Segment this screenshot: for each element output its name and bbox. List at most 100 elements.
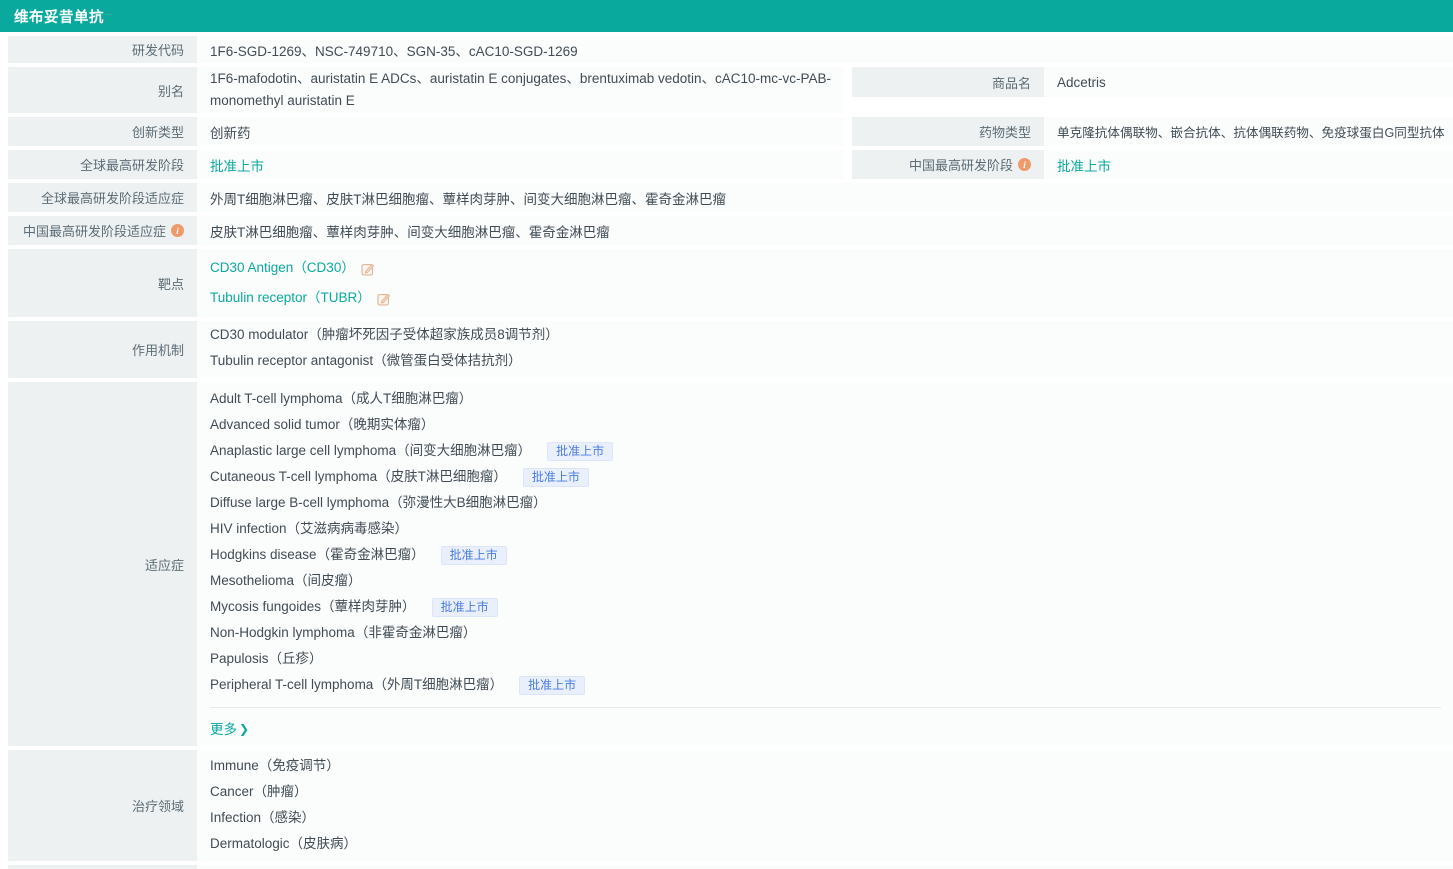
indications-label-cell: 适应症 bbox=[8, 382, 197, 746]
field-label: 别名 bbox=[157, 83, 184, 99]
drug-name-title: 维布妥昔单抗 bbox=[14, 9, 104, 26]
global-stage-ind-label-cell: 全球最高研发阶段适应症 bbox=[8, 183, 197, 212]
row-dev-code: 研发代码 1F6-SGD-1269、NSC-749710、SGN-35、cAC1… bbox=[8, 36, 1453, 63]
moa-item: Tubulin receptor antagonist（微管蛋白受体拮抗剂） bbox=[210, 353, 522, 368]
approval-badge: 批准上市 bbox=[431, 597, 498, 617]
field-label: 药物类型 bbox=[978, 125, 1031, 140]
brand-value: Adcetris bbox=[1044, 67, 1453, 97]
partial-value: Antibody drug conjugate（抗体偶联药物） bbox=[197, 865, 1453, 869]
indication-text: Adult T-cell lymphoma（成人T细胞淋巴瘤） bbox=[210, 391, 473, 406]
moa-item: CD30 modulator（肿瘤坏死因子受体超家族成员8调节剂） bbox=[210, 327, 559, 342]
indication-item: Papulosis（丘疹） bbox=[210, 646, 1453, 672]
row-indications: 适应症 Adult T-cell lymphoma（成人T细胞淋巴瘤） Adva… bbox=[8, 382, 1453, 746]
field-label: 全球最高研发阶段 bbox=[79, 158, 184, 173]
drugtype-group: 药物类型 单克隆抗体偶联物、嵌合抗体、抗体偶联药物、免疫球蛋白G同型抗体 bbox=[852, 117, 1453, 146]
innovation-value: 创新药 bbox=[197, 117, 844, 146]
indication-item: Mesothelioma（间皮瘤） bbox=[210, 568, 1453, 594]
global-stage-label-cell: 全球最高研发阶段 bbox=[8, 150, 197, 179]
row-alias-brand: 别名 1F6-mafodotin、auristatin E ADCs、auris… bbox=[8, 67, 1453, 113]
indication-item: Adult T-cell lymphoma（成人T细胞淋巴瘤） bbox=[210, 386, 1453, 412]
china-stage-group: 中国最高研发阶段 i 批准上市 bbox=[852, 150, 1453, 179]
dev-code-label-cell: 研发代码 bbox=[8, 36, 197, 63]
indication-text: Papulosis（丘疹） bbox=[210, 651, 323, 666]
alias-value-cell: 1F6-mafodotin、auristatin E ADCs、auristat… bbox=[197, 67, 844, 113]
edit-icon[interactable] bbox=[361, 262, 375, 276]
indication-item: Cutaneous T-cell lymphoma（皮肤T淋巴细胞瘤） 批准上市 bbox=[210, 464, 1453, 490]
indications-value-cell: Adult T-cell lymphoma（成人T细胞淋巴瘤） Advanced… bbox=[197, 382, 1453, 746]
more-row: 更多 ❯ bbox=[210, 707, 1441, 742]
row-global-stage-indications: 全球最高研发阶段适应症 外周T细胞淋巴瘤、皮肤T淋巴细胞瘤、蕈样肉芽肿、间变大细… bbox=[8, 183, 1453, 212]
china-stage-label-cell: 中国最高研发阶段 i bbox=[852, 150, 1044, 179]
indication-item: Anaplastic large cell lymphoma（间变大细胞淋巴瘤）… bbox=[210, 438, 1453, 464]
brand-group: 商品名 Adcetris bbox=[852, 67, 1453, 97]
moa-label-cell: 作用机制 bbox=[8, 321, 197, 378]
approval-badge: 批准上市 bbox=[519, 675, 586, 695]
global-stage-ind-value: 外周T细胞淋巴瘤、皮肤T淋巴细胞瘤、蕈样肉芽肿、间变大细胞淋巴瘤、霍奇金淋巴瘤 bbox=[197, 183, 1453, 212]
target-link[interactable]: CD30 Antigen（CD30） bbox=[210, 253, 355, 283]
global-stage-link[interactable]: 批准上市 bbox=[210, 155, 264, 175]
info-icon[interactable]: i bbox=[1018, 158, 1031, 171]
indication-text: Advanced solid tumor（晚期实体瘤） bbox=[210, 417, 435, 432]
brand-label-cell: 商品名 bbox=[852, 67, 1044, 97]
field-label: 中国最高研发阶段 bbox=[908, 158, 1013, 173]
therapy-item: Cancer（肿瘤） bbox=[210, 784, 308, 799]
field-label: 中国最高研发阶段适应症 bbox=[22, 224, 166, 239]
indication-item: Hodgkins disease（霍奇金淋巴瘤） 批准上市 bbox=[210, 542, 1453, 568]
target-item: CD30 Antigen（CD30） bbox=[210, 253, 1453, 283]
approval-badge: 批准上市 bbox=[547, 441, 614, 461]
field-label: 创新类型 bbox=[131, 125, 184, 140]
field-label: 靶点 bbox=[157, 276, 184, 292]
dev-code-value: 1F6-SGD-1269、NSC-749710、SGN-35、cAC10-SGD… bbox=[197, 36, 1453, 63]
row-partial: Antibody drug conjugate（抗体偶联药物） bbox=[8, 865, 1453, 869]
indication-text: Mesothelioma（间皮瘤） bbox=[210, 573, 362, 588]
target-link[interactable]: Tubulin receptor（TUBR） bbox=[210, 283, 371, 313]
therapy-list: Immune（免疫调节） Cancer（肿瘤） Infection（感染） De… bbox=[197, 750, 1453, 861]
approval-badge: 批准上市 bbox=[522, 467, 589, 487]
row-stages: 全球最高研发阶段 批准上市 中国最高研发阶段 i 批准上市 bbox=[8, 150, 1453, 179]
china-stage-value-cell: 批准上市 bbox=[1044, 150, 1453, 179]
row-targets: 靶点 CD30 Antigen（CD30） Tubulin receptor（T… bbox=[8, 249, 1453, 317]
indication-item: Diffuse large B-cell lymphoma（弥漫性大B细胞淋巴瘤… bbox=[210, 490, 1453, 516]
indication-item: Non-Hodgkin lymphoma（非霍奇金淋巴瘤） bbox=[210, 620, 1453, 646]
indication-item: HIV infection（艾滋病病毒感染） bbox=[210, 516, 1453, 542]
indication-text: Hodgkins disease（霍奇金淋巴瘤） bbox=[210, 547, 425, 562]
alias-value: 1F6-mafodotin、auristatin E ADCs、auristat… bbox=[210, 71, 831, 108]
row-innovation-drugtype: 创新类型 创新药 药物类型 单克隆抗体偶联物、嵌合抗体、抗体偶联药物、免疫球蛋白… bbox=[8, 117, 1453, 146]
row-moa: 作用机制 CD30 modulator（肿瘤坏死因子受体超家族成员8调节剂） T… bbox=[8, 321, 1453, 378]
indication-text: Mycosis fungoides（蕈样肉芽肿） bbox=[210, 599, 416, 614]
field-label: 全球最高研发阶段适应症 bbox=[40, 191, 184, 206]
indication-item: Mycosis fungoides（蕈样肉芽肿） 批准上市 bbox=[210, 594, 1453, 620]
target-item: Tubulin receptor（TUBR） bbox=[210, 283, 1453, 313]
more-link[interactable]: 更多 bbox=[210, 718, 237, 738]
row-therapy-areas: 治疗领域 Immune（免疫调节） Cancer（肿瘤） Infection（感… bbox=[8, 750, 1453, 861]
indication-text: Non-Hodgkin lymphoma（非霍奇金淋巴瘤） bbox=[210, 625, 477, 640]
targets-label-cell: 靶点 bbox=[8, 249, 197, 317]
innovation-label-cell: 创新类型 bbox=[8, 117, 197, 146]
info-icon[interactable]: i bbox=[171, 224, 184, 237]
edit-icon[interactable] bbox=[377, 292, 391, 306]
therapy-item: Dermatologic（皮肤病） bbox=[210, 836, 358, 851]
indications-list: Adult T-cell lymphoma（成人T细胞淋巴瘤） Advanced… bbox=[210, 386, 1453, 698]
field-label: 治疗领域 bbox=[131, 799, 184, 814]
indication-text: Diffuse large B-cell lymphoma（弥漫性大B细胞淋巴瘤… bbox=[210, 495, 547, 510]
china-stage-link[interactable]: 批准上市 bbox=[1057, 155, 1111, 175]
therapy-item: Immune（免疫调节） bbox=[210, 758, 340, 773]
drug-profile-table: 研发代码 1F6-SGD-1269、NSC-749710、SGN-35、cAC1… bbox=[0, 32, 1453, 869]
indication-item: Advanced solid tumor（晚期实体瘤） bbox=[210, 412, 1453, 438]
chevron-right-icon[interactable]: ❯ bbox=[239, 722, 249, 736]
indication-text: HIV infection（艾滋病病毒感染） bbox=[210, 521, 409, 536]
page-title-bar: 维布妥昔单抗 bbox=[0, 0, 1453, 32]
indication-text: Anaplastic large cell lymphoma（间变大细胞淋巴瘤） bbox=[210, 443, 532, 458]
global-stage-value-cell: 批准上市 bbox=[197, 150, 844, 179]
alias-label-cell: 别名 bbox=[8, 67, 197, 113]
targets-list: CD30 Antigen（CD30） Tubulin receptor（TUBR… bbox=[197, 249, 1453, 317]
drugtype-value: 单克隆抗体偶联物、嵌合抗体、抗体偶联药物、免疫球蛋白G同型抗体 bbox=[1044, 117, 1453, 146]
partial-label-cell bbox=[8, 865, 197, 869]
moa-list: CD30 modulator（肿瘤坏死因子受体超家族成员8调节剂） Tubuli… bbox=[197, 321, 1453, 378]
therapy-label-cell: 治疗领域 bbox=[8, 750, 197, 861]
field-label: 适应症 bbox=[144, 557, 184, 573]
alias-group: 别名 1F6-mafodotin、auristatin E ADCs、auris… bbox=[8, 67, 844, 113]
indication-item: Peripheral T-cell lymphoma（外周T细胞淋巴瘤） 批准上… bbox=[210, 672, 1453, 698]
indication-text: Cutaneous T-cell lymphoma（皮肤T淋巴细胞瘤） bbox=[210, 469, 507, 484]
drugtype-label-cell: 药物类型 bbox=[852, 117, 1044, 146]
